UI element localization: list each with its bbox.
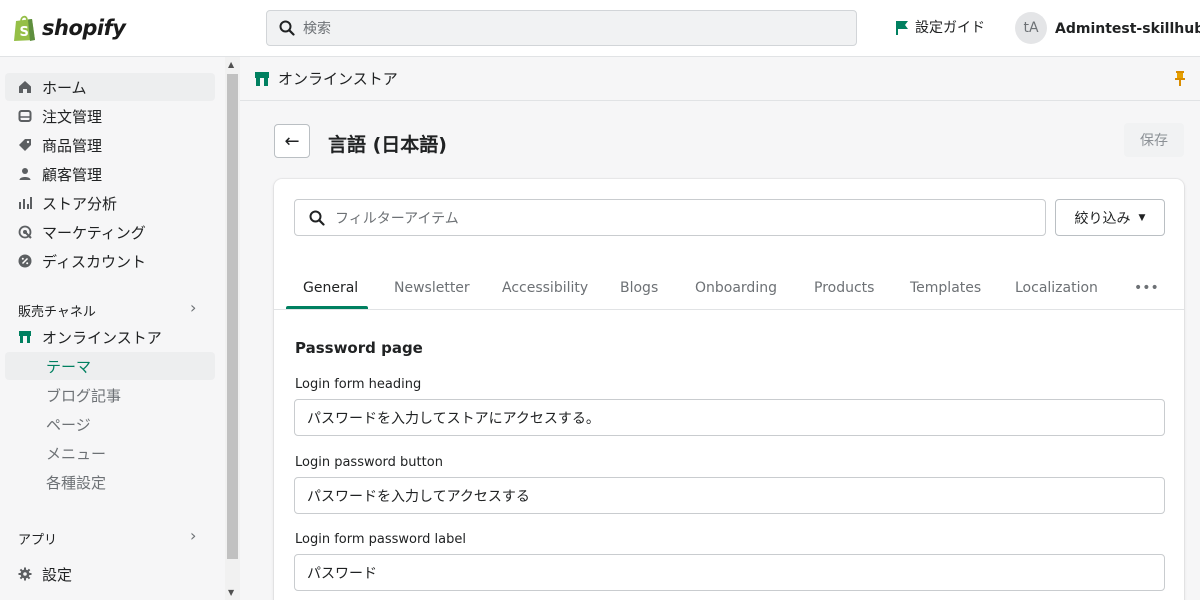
tab-newsletter[interactable]: Newsletter (394, 265, 470, 310)
tab-products[interactable]: Products (814, 265, 874, 310)
main-content: オンラインストア ← 言語 (日本語) 保存 フィルターアイテム 絞り込み ▼ … (240, 57, 1200, 600)
pin-icon[interactable] (1174, 71, 1186, 87)
sidebar-item-label: ストア分析 (42, 194, 118, 213)
tab-general[interactable]: General (303, 265, 358, 310)
avatar: tA (1015, 12, 1047, 44)
sidebar-subitem-label: メニュー (46, 444, 107, 463)
tab-bar: General Newsletter Accessibility Blogs O… (274, 265, 1184, 310)
tab-localization[interactable]: Localization (1015, 265, 1098, 310)
top-bar: S shopify 検索 設定ガイド tA Admintest-skillhub… (0, 0, 1200, 57)
page-title: 言語 (日本語) (328, 134, 447, 156)
logo-text: shopify (42, 16, 126, 40)
tab-accessibility[interactable]: Accessibility (502, 265, 588, 310)
arrow-left-icon: ← (284, 130, 300, 152)
sidebar-item-label: 顧客管理 (42, 165, 103, 184)
sidebar-item-analytics[interactable]: ストア分析 (5, 189, 215, 217)
more-tabs-button[interactable]: ••• (1134, 265, 1159, 310)
filter-placeholder: フィルターアイテム (335, 210, 459, 227)
user-menu[interactable]: tA Admintest-skillhubスト (1015, 12, 1200, 44)
filter-button-label: 絞り込み (1074, 210, 1131, 227)
sidebar-subitem-label: 各種設定 (46, 473, 107, 492)
field-label: Login form heading (295, 377, 422, 392)
field-label: Login form password label (295, 532, 466, 547)
sidebar-subitem-blog-posts[interactable]: ブログ記事 (5, 381, 215, 409)
search-bar[interactable]: 検索 (266, 10, 857, 46)
channel-header: オンラインストア (240, 57, 1200, 101)
active-tab-indicator (286, 306, 368, 309)
store-icon (18, 330, 32, 344)
field-label: Login password button (295, 455, 443, 470)
caret-down-icon: ▼ (1138, 212, 1146, 223)
search-icon (309, 210, 325, 226)
sidebar-subitem-pages[interactable]: ページ (5, 410, 215, 438)
target-icon (18, 225, 32, 239)
sidebar-item-marketing[interactable]: マーケティング (5, 218, 215, 246)
store-icon (255, 71, 269, 86)
sidebar-subitem-label: ページ (46, 415, 91, 434)
sidebar-item-products[interactable]: 商品管理 (5, 131, 215, 159)
tab-templates[interactable]: Templates (910, 265, 981, 310)
gear-icon (18, 567, 32, 581)
bar-chart-icon (18, 196, 32, 210)
scroll-down-arrow-icon[interactable]: ▼ (228, 588, 234, 597)
sales-channels-title: 販売チャネル (18, 305, 96, 320)
sidebar-subitem-label: テーマ (46, 357, 92, 376)
home-icon (18, 80, 32, 94)
sidebar-item-orders[interactable]: 注文管理 (5, 102, 215, 130)
sales-channels-chevron-icon[interactable]: › (190, 298, 196, 317)
discount-icon (18, 254, 32, 268)
flag-icon (896, 20, 908, 35)
svg-text:S: S (20, 25, 29, 40)
sidebar-item-discounts[interactable]: ディスカウント (5, 247, 215, 275)
sidebar-item-home[interactable]: ホーム (5, 73, 215, 101)
sidebar-subitem-preferences[interactable]: 各種設定 (5, 468, 215, 496)
sidebar-item-online-store[interactable]: オンラインストア (5, 323, 215, 351)
save-button[interactable]: 保存 (1124, 123, 1184, 157)
sidebar-item-label: 設定 (42, 565, 73, 584)
person-icon (18, 167, 32, 181)
login-form-heading-input[interactable]: パスワードを入力してストアにアクセスする。 (294, 399, 1165, 436)
store-name: Admintest-skillhubスト (1055, 21, 1200, 37)
filter-input[interactable]: フィルターアイテム (294, 199, 1046, 236)
breadcrumb: オンラインストア (278, 70, 398, 88)
setup-guide-label: 設定ガイド (915, 20, 985, 36)
sidebar-item-label: 注文管理 (42, 107, 103, 126)
sidebar-item-settings[interactable]: 設定 (5, 560, 215, 588)
tab-blogs[interactable]: Blogs (620, 265, 658, 310)
sidebar-item-label: オンラインストア (42, 328, 162, 347)
section-title: Password page (295, 339, 423, 357)
tab-onboarding[interactable]: Onboarding (695, 265, 777, 310)
sidebar-item-label: ホーム (42, 78, 87, 97)
sidebar-subitem-label: ブログ記事 (46, 386, 122, 405)
translations-card: フィルターアイテム 絞り込み ▼ General Newsletter Acce… (274, 179, 1184, 600)
sidebar-item-label: マーケティング (42, 223, 146, 242)
setup-guide-link[interactable]: 設定ガイド (895, 17, 985, 37)
sidebar-item-label: 商品管理 (42, 136, 103, 155)
sidebar-item-customers[interactable]: 顧客管理 (5, 160, 215, 188)
back-button[interactable]: ← (274, 124, 310, 158)
sidebar-subitem-navigation[interactable]: メニュー (5, 439, 215, 467)
filter-button[interactable]: 絞り込み ▼ (1055, 199, 1165, 236)
sidebar-scrollbar-thumb[interactable] (227, 74, 238, 559)
sidebar: ホーム 注文管理 商品管理 顧客管理 ストア分析 マーケティング ディスカウント… (0, 57, 240, 600)
search-placeholder: 検索 (303, 21, 331, 37)
login-password-label-input[interactable]: パスワード (294, 554, 1165, 591)
sidebar-subitem-themes[interactable]: テーマ (5, 352, 215, 380)
scroll-up-arrow-icon[interactable]: ▲ (228, 60, 234, 69)
search-icon (279, 20, 295, 36)
shopify-bag-icon: S (14, 15, 35, 41)
login-password-button-input[interactable]: パスワードを入力してアクセスする (294, 477, 1165, 514)
sidebar-item-label: ディスカウント (42, 252, 146, 271)
inbox-icon (18, 109, 32, 123)
shopify-logo[interactable]: S shopify (12, 14, 126, 42)
apps-title: アプリ (18, 533, 58, 548)
tag-icon (18, 138, 32, 152)
apps-chevron-icon[interactable]: › (190, 526, 196, 545)
